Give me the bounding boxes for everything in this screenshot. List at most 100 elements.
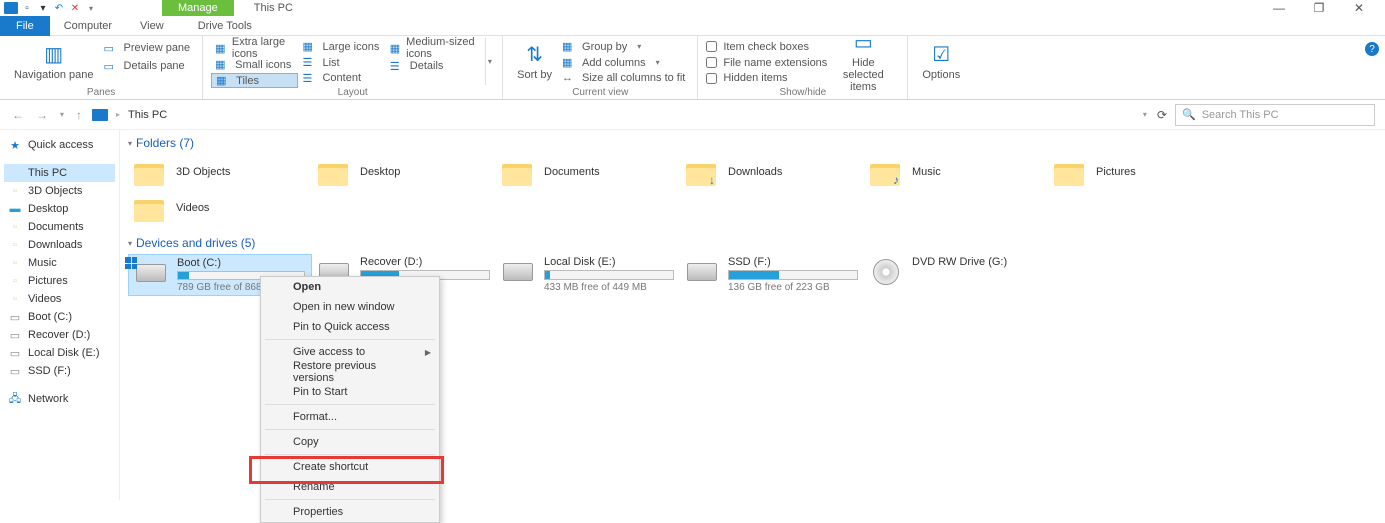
sidebar-item-3d-objects[interactable]: ▫3D Objects	[4, 182, 115, 200]
folders-section-header[interactable]: ▾ Folders (7)	[120, 134, 1385, 152]
folder-tile[interactable]: Videos	[128, 190, 312, 226]
sort-by-button[interactable]: ⇅ Sort by	[511, 38, 558, 85]
list-button[interactable]: ☰List	[298, 56, 385, 70]
close-button[interactable]: ✕	[1351, 1, 1367, 15]
maximize-button[interactable]: ❐	[1311, 1, 1327, 15]
small-icons-button[interactable]: ▦Small icons	[211, 58, 298, 71]
group-by-button[interactable]: ▦Group by▾	[558, 40, 689, 54]
context-menu-item[interactable]: Restore previous versions	[261, 362, 439, 382]
sidebar-item-boot-c[interactable]: ▭Boot (C:)	[4, 308, 115, 326]
add-columns-icon: ▦	[562, 56, 576, 69]
drive-tools-tab[interactable]: Drive Tools	[184, 16, 266, 36]
content-button[interactable]: ☰Content	[298, 71, 385, 85]
details-view-button[interactable]: ☰Details	[386, 58, 481, 74]
folder-tile[interactable]: Pictures	[1048, 154, 1232, 190]
recent-dropdown[interactable]: ▾	[58, 110, 66, 119]
context-menu-item[interactable]: Properties	[261, 502, 439, 522]
doc-icon[interactable]: ▫	[20, 1, 34, 15]
search-placeholder: Search This PC	[1202, 109, 1279, 121]
tiles-button[interactable]: ▦Tiles	[211, 73, 298, 88]
context-menu-item[interactable]: Rename	[261, 477, 439, 497]
context-menu-item[interactable]: Pin to Start	[261, 382, 439, 402]
sidebar-label: Local Disk (E:)	[28, 347, 100, 359]
sidebar-item-desktop[interactable]: ▬Desktop	[4, 200, 115, 218]
checkbox-icon[interactable]	[706, 57, 717, 68]
show-hide-group-label: Show/hide	[698, 87, 907, 98]
context-menu-item[interactable]: Open in new window	[261, 297, 439, 317]
context-menu-item[interactable]: Format...	[261, 407, 439, 427]
details-pane-button[interactable]: ▭Details pane	[100, 58, 195, 74]
sidebar-item-recover-d[interactable]: ▭Recover (D:)	[4, 326, 115, 344]
folder-name: Downloads	[728, 166, 782, 178]
checkbox-icon[interactable]	[706, 41, 717, 52]
folder-icon: ▫	[8, 293, 22, 305]
item-check-label: Item check boxes	[723, 41, 809, 53]
size-columns-button[interactable]: ↔Size all columns to fit	[558, 71, 689, 85]
computer-tab[interactable]: Computer	[50, 16, 126, 36]
view-tab[interactable]: View	[126, 16, 178, 36]
sidebar-item-downloads[interactable]: ▫Downloads	[4, 236, 115, 254]
chevron-right-icon[interactable]: ▸	[116, 110, 120, 119]
navigation-pane-button[interactable]: ▥ Navigation pane	[8, 38, 100, 85]
context-menu-item[interactable]: Give access to▶	[261, 342, 439, 362]
close-icon[interactable]: ✕	[68, 1, 82, 15]
address-bar-row: ← → ▾ ↑ ▸ This PC ▾ ⟳ 🔍 Search This PC	[0, 100, 1385, 130]
layout-group: ▦Extra large icons ▦Small icons ▦Tiles ▦…	[203, 36, 503, 99]
address-dropdown[interactable]: ▾	[1141, 110, 1149, 119]
add-columns-button[interactable]: ▦Add columns▾	[558, 56, 689, 70]
sidebar-item-network[interactable]: 🖧Network	[4, 390, 115, 408]
folder-tile[interactable]: 3D Objects	[128, 154, 312, 190]
folder-tile[interactable]: Documents	[496, 154, 680, 190]
folder-icon: ▫	[8, 275, 22, 287]
sidebar-item-this-pc[interactable]: This PC	[4, 164, 115, 182]
folder-tile[interactable]: ♪ Music	[864, 154, 1048, 190]
props-icon[interactable]: ▾	[36, 1, 50, 15]
layout-group-label: Layout	[203, 87, 502, 98]
context-menu-item[interactable]: Open	[261, 277, 439, 297]
breadcrumb[interactable]: This PC	[128, 109, 167, 121]
medium-icons-button[interactable]: ▦Medium-sized icons	[386, 40, 481, 56]
refresh-button[interactable]: ⟳	[1157, 108, 1167, 122]
sidebar-label: Music	[28, 257, 57, 269]
devices-section-header[interactable]: ▾ Devices and drives (5)	[120, 234, 1385, 252]
back-button[interactable]: ←	[10, 108, 26, 122]
drive-icon: ▭	[8, 347, 22, 360]
qat-dropdown-icon[interactable]: ▾	[84, 1, 98, 15]
large-icons-button[interactable]: ▦Large icons	[298, 40, 385, 54]
current-view-group-label: Current view	[503, 87, 697, 98]
layout-more-button[interactable]: ▾	[485, 38, 495, 85]
sidebar-item-quick-access[interactable]: ★Quick access	[4, 136, 115, 154]
sidebar-item-videos[interactable]: ▫Videos	[4, 290, 115, 308]
folder-icon: ▫	[8, 221, 22, 233]
sidebar-item-documents[interactable]: ▫Documents	[4, 218, 115, 236]
forward-button[interactable]: →	[34, 108, 50, 122]
folder-tile[interactable]: Desktop	[312, 154, 496, 190]
sidebar-item-pictures[interactable]: ▫Pictures	[4, 272, 115, 290]
item-check-boxes-toggle[interactable]: Item check boxes	[706, 40, 827, 54]
checkbox-icon[interactable]	[706, 73, 717, 84]
sidebar-item-ssd-f[interactable]: ▭SSD (F:)	[4, 362, 115, 380]
extra-large-icons-button[interactable]: ▦Extra large icons	[211, 40, 298, 56]
hidden-items-toggle[interactable]: Hidden items	[706, 71, 827, 85]
hide-selected-button[interactable]: ▭ Hide selected items	[827, 38, 899, 85]
preview-pane-button[interactable]: ▭Preview pane	[100, 40, 195, 56]
sidebar-item-local-e[interactable]: ▭ Local Disk (E:)	[4, 344, 115, 362]
sidebar-item-music[interactable]: ▫Music	[4, 254, 115, 272]
drive-tile[interactable]: Local Disk (E:) 433 MB free of 449 MB	[496, 254, 680, 296]
context-menu-item[interactable]: Copy	[261, 432, 439, 452]
context-menu-item[interactable]: Create shortcut	[261, 457, 439, 477]
up-button[interactable]: ↑	[74, 108, 84, 122]
file-tab[interactable]: File	[0, 16, 50, 36]
context-menu-item[interactable]: Pin to Quick access	[261, 317, 439, 337]
drive-tile[interactable]: SSD (F:) 136 GB free of 223 GB	[680, 254, 864, 296]
options-button[interactable]: ☑ Options	[916, 38, 966, 85]
undo-icon[interactable]: ↶	[52, 1, 66, 15]
help-button[interactable]: ?	[1365, 42, 1379, 56]
minimize-button[interactable]: —	[1271, 1, 1287, 15]
folder-name: Videos	[176, 202, 209, 214]
search-input[interactable]: 🔍 Search This PC	[1175, 104, 1375, 126]
file-extensions-toggle[interactable]: File name extensions	[706, 56, 827, 70]
folder-tile[interactable]: ↓ Downloads	[680, 154, 864, 190]
drive-tile[interactable]: DVD RW Drive (G:)	[864, 254, 1048, 296]
manage-context-tab[interactable]: Manage	[162, 0, 234, 16]
